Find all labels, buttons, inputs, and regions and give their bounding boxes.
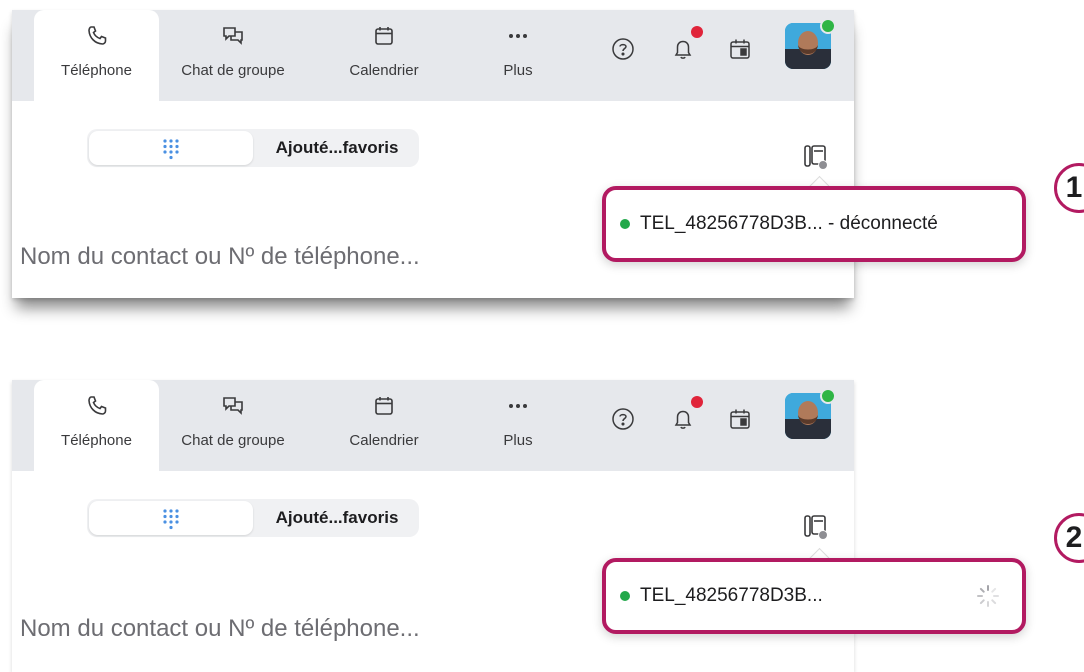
keypad-icon [163, 509, 179, 530]
top-navigation-bar: Téléphone Chat de groupe Calendrier Plus [12, 10, 854, 101]
tab-label: Chat de groupe [181, 62, 285, 79]
tab-label: Plus [503, 432, 533, 449]
search-input[interactable]: Nom du contact ou Nº de téléphone... [20, 615, 420, 643]
notification-dot [691, 26, 703, 38]
tab-label: Calendrier [349, 62, 419, 79]
presence-dot [820, 388, 836, 404]
phone-icon [87, 26, 106, 45]
calendar-icon [375, 27, 393, 45]
tab-telephone[interactable]: Téléphone [34, 10, 159, 101]
desk-phone-icon[interactable] [803, 513, 829, 541]
calendar-meeting-icon[interactable] [727, 406, 753, 432]
view-segmented-control: Ajouté...favoris [87, 129, 419, 167]
segment-favorites[interactable]: Ajouté...favoris [255, 499, 419, 537]
desk-phone-icon[interactable] [803, 143, 829, 171]
notifications-bell-icon[interactable] [670, 36, 696, 62]
tab-label: Plus [503, 62, 533, 79]
more-icon [509, 404, 527, 408]
tab-label: Calendrier [349, 432, 419, 449]
tab-chat-de-groupe[interactable]: Chat de groupe [165, 380, 301, 471]
device-status-text: TEL_48256778D3B... - déconnecté [640, 213, 938, 234]
view-segmented-control: Ajouté...favoris [87, 499, 419, 537]
device-status-popup[interactable]: TEL_48256778D3B... - déconnecté [602, 186, 1026, 262]
tab-plus[interactable]: Plus [478, 380, 558, 471]
device-status-dot [620, 219, 630, 229]
tab-calendrier[interactable]: Calendrier [330, 10, 438, 101]
more-icon [509, 34, 527, 38]
tab-label: Téléphone [61, 432, 132, 449]
device-status-popup[interactable]: TEL_48256778D3B... [602, 558, 1026, 634]
help-icon[interactable] [610, 406, 636, 432]
chat-icon [223, 27, 243, 45]
tab-chat-de-groupe[interactable]: Chat de groupe [165, 10, 301, 101]
presence-dot [820, 18, 836, 34]
keypad-icon [163, 139, 179, 160]
search-input[interactable]: Nom du contact ou Nº de téléphone... [20, 243, 420, 271]
tab-telephone[interactable]: Téléphone [34, 380, 159, 471]
step-badge: 1 [1054, 163, 1084, 213]
segment-favorites[interactable]: Ajouté...favoris [255, 129, 419, 167]
chat-icon [223, 397, 243, 415]
tab-calendrier[interactable]: Calendrier [330, 380, 438, 471]
top-navigation-bar: Téléphone Chat de groupe Calendrier Plus [12, 380, 854, 471]
help-icon[interactable] [610, 36, 636, 62]
notifications-bell-icon[interactable] [670, 406, 696, 432]
tab-plus[interactable]: Plus [478, 10, 558, 101]
device-status-text: TEL_48256778D3B... [640, 585, 823, 606]
tab-label: Chat de groupe [181, 432, 285, 449]
notification-dot [691, 396, 703, 408]
phone-icon [87, 396, 106, 415]
device-status-dot [620, 591, 630, 601]
segment-keypad[interactable] [89, 131, 253, 165]
loading-spinner-icon [977, 585, 999, 607]
step-badge: 2 [1054, 513, 1084, 563]
calendar-meeting-icon[interactable] [727, 36, 753, 62]
tab-label: Téléphone [61, 62, 132, 79]
calendar-icon [375, 397, 393, 415]
segment-keypad[interactable] [89, 501, 253, 535]
